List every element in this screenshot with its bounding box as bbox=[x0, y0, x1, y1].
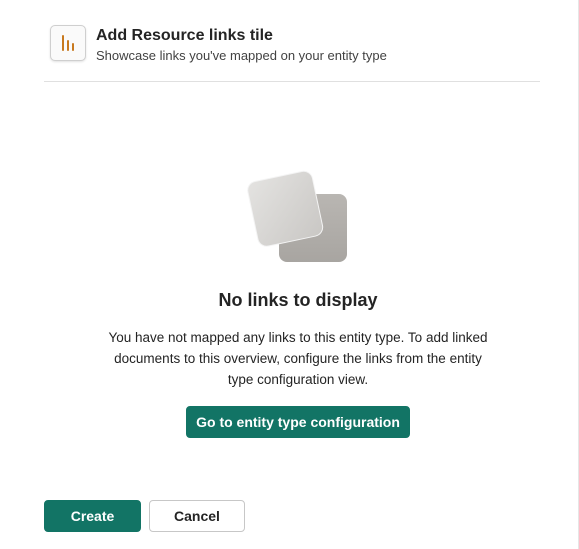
bar-chart-icon-bar bbox=[67, 40, 69, 51]
panel-title: Add Resource links tile bbox=[96, 27, 273, 44]
empty-state-description: You have not mapped any links to this en… bbox=[108, 330, 488, 387]
stacked-squares-icon bbox=[247, 170, 347, 262]
front-square bbox=[247, 170, 324, 247]
cancel-button[interactable]: Cancel bbox=[149, 500, 245, 532]
bar-chart-icon bbox=[50, 25, 86, 61]
add-tile-panel: Add Resource links tile Showcase links y… bbox=[0, 0, 579, 549]
panel-subtitle: Showcase links you've mapped on your ent… bbox=[96, 48, 387, 63]
empty-state-heading: No links to display bbox=[218, 290, 378, 310]
header-text: Add Resource links tile Showcase links y… bbox=[96, 26, 387, 64]
bar-chart-icon-bar bbox=[62, 35, 64, 51]
create-button[interactable]: Create bbox=[44, 500, 141, 532]
header-divider bbox=[44, 81, 540, 82]
bar-chart-icon-bar bbox=[72, 43, 74, 51]
panel-header: Add Resource links tile Showcase links y… bbox=[50, 25, 387, 64]
go-to-entity-type-configuration-button[interactable]: Go to entity type configuration bbox=[186, 406, 410, 438]
